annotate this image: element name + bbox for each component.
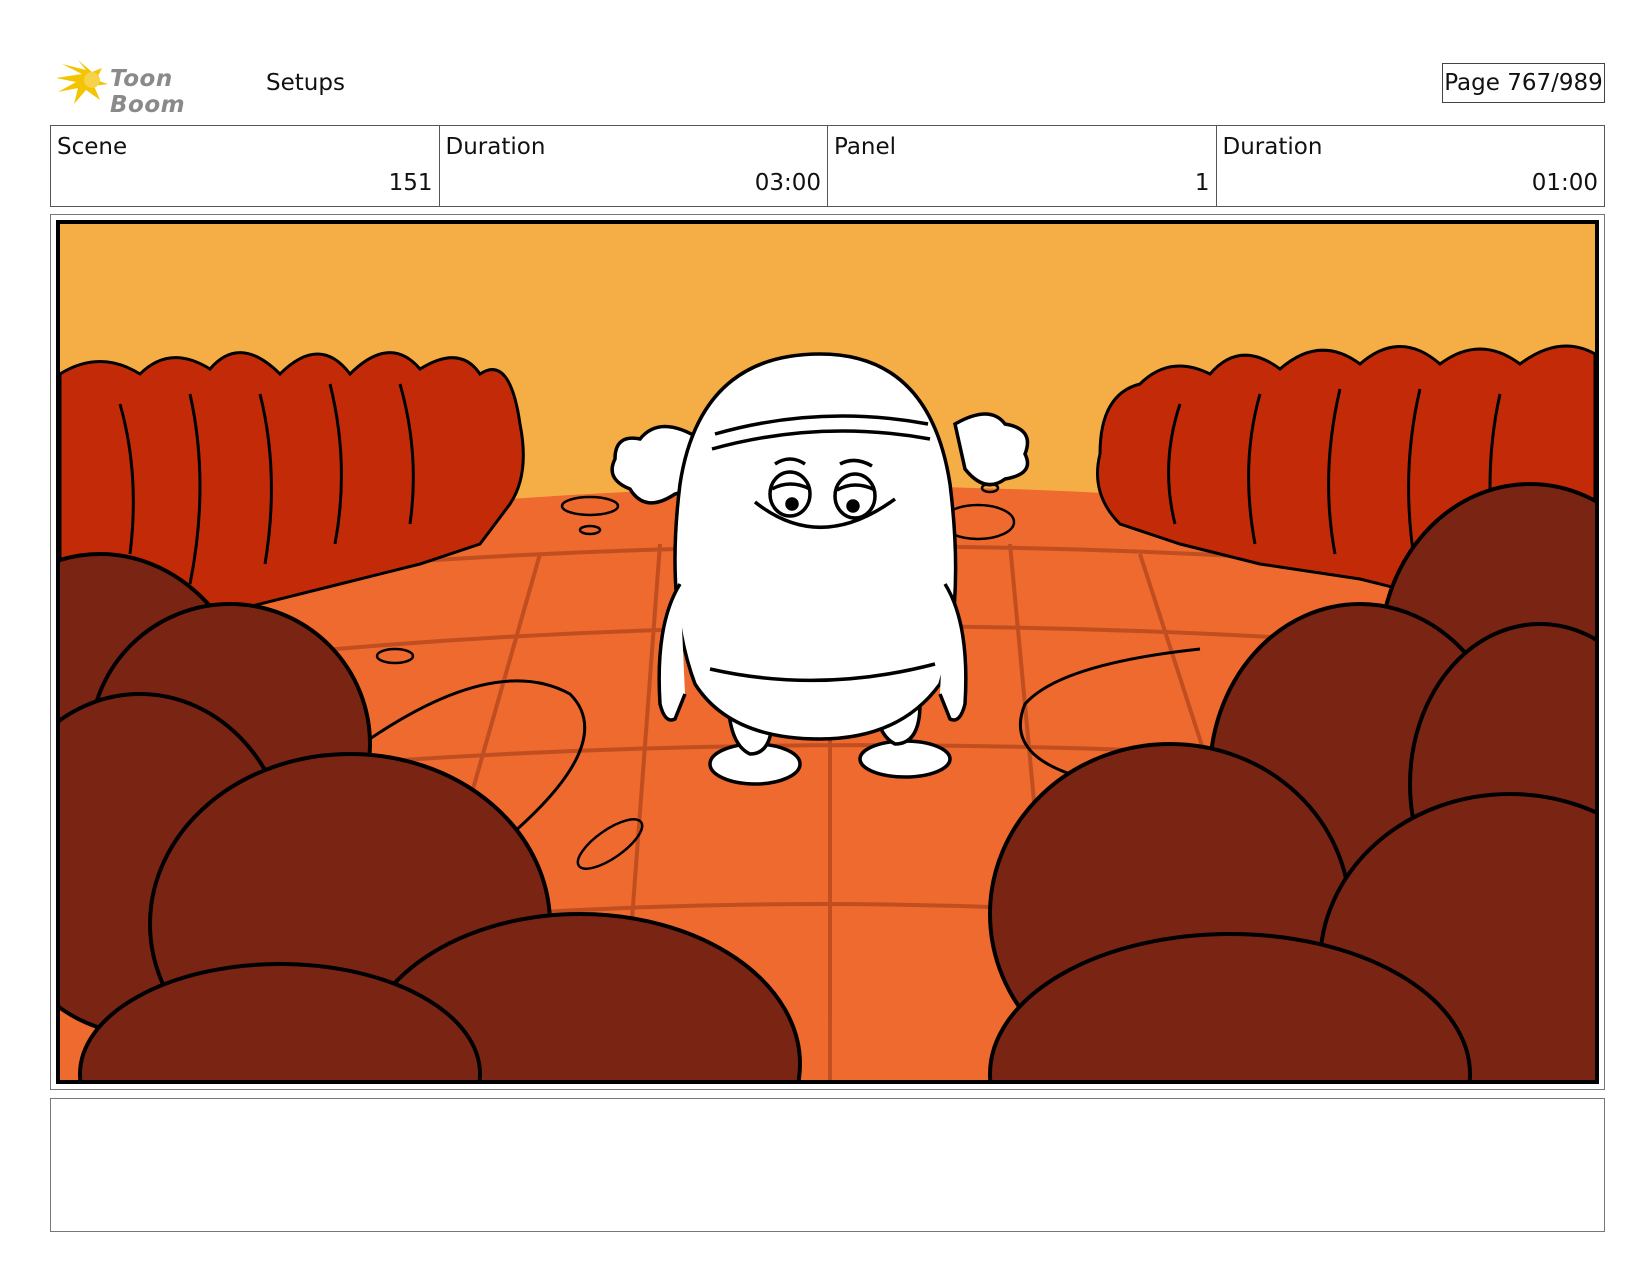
star-burst-icon	[56, 60, 108, 104]
scene-label: Scene	[57, 134, 128, 160]
scene-duration-cell: Duration 03:00	[440, 126, 828, 206]
storyboard-illustration	[60, 224, 1595, 1080]
panel-value: 1	[1194, 170, 1210, 196]
page-indicator-label: Page 767/989	[1444, 70, 1603, 96]
section-title: Setups	[266, 70, 345, 96]
logo-text: Toon Boom	[110, 66, 186, 118]
panel-label: Panel	[834, 134, 897, 160]
panel-duration-cell: Duration 01:00	[1217, 126, 1605, 206]
page-indicator: Page 767/989	[1442, 63, 1605, 103]
toon-boom-logo: Toon Boom	[52, 58, 252, 118]
panel-duration-label: Duration	[1222, 134, 1323, 160]
page-header: Toon Boom Setups Page 767/989	[50, 58, 1605, 118]
panel-duration-value: 01:00	[1531, 170, 1598, 196]
scene-value: 151	[388, 170, 433, 196]
scene-duration-value: 03:00	[754, 170, 821, 196]
scene-info-table: Scene 151 Duration 03:00 Panel 1 Duratio…	[50, 125, 1605, 207]
panel-notes-box	[50, 1098, 1605, 1232]
panel-cell: Panel 1	[828, 126, 1217, 206]
storyboard-panel-frame	[50, 214, 1605, 1090]
storyboard-panel-image	[56, 220, 1599, 1084]
scene-duration-label: Duration	[445, 134, 546, 160]
scene-cell: Scene 151	[51, 126, 440, 206]
